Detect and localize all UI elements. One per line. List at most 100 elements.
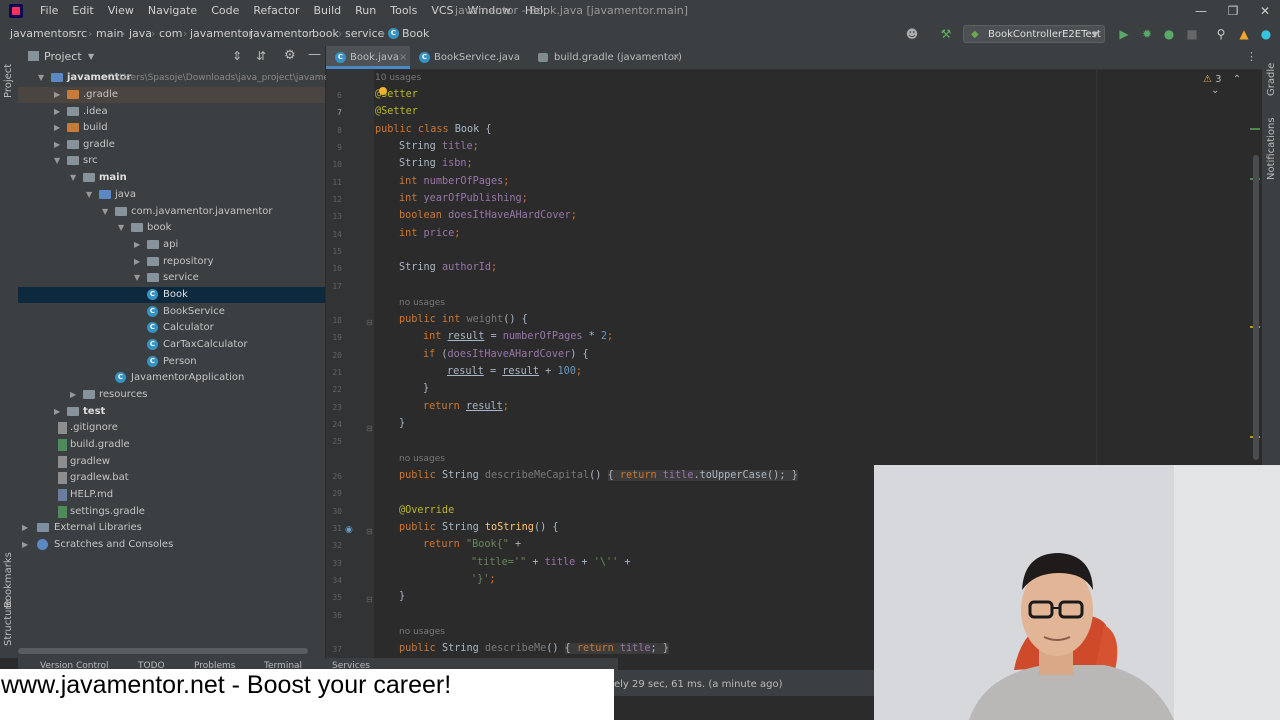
tree-item[interactable]: ▼ com.javamentor.javamentor	[18, 204, 325, 220]
breadcrumb-item[interactable]: com	[159, 22, 183, 46]
maximize-icon[interactable]: ❐	[1218, 0, 1248, 22]
horizontal-scrollbar[interactable]	[18, 648, 308, 654]
chevron-down-icon: ▼	[118, 223, 125, 232]
project-panel-title[interactable]: Project	[44, 46, 82, 68]
run-icon[interactable]: ▶	[1116, 26, 1132, 42]
usages-hint[interactable]: 10 usages	[375, 73, 421, 83]
close-icon[interactable]: ×	[399, 46, 407, 69]
editor-tabs: C Book.java × C BookService.java build.g…	[326, 46, 1280, 70]
tree-item[interactable]: ▶ gradle	[18, 137, 325, 153]
structure-tool-tab[interactable]: Structure	[3, 599, 14, 646]
collapse-all-icon[interactable]: ⇵	[256, 49, 266, 63]
menu-view[interactable]: View	[101, 0, 141, 22]
tree-item[interactable]: C Calculator	[18, 320, 325, 336]
tree-item[interactable]: ▶ repository	[18, 254, 325, 270]
close-icon[interactable]: ✕	[1250, 0, 1280, 22]
update-icon[interactable]: ▲	[1236, 26, 1252, 42]
tree-item[interactable]: ▶ api	[18, 237, 325, 253]
tab-book-java[interactable]: C Book.java ×	[326, 46, 410, 69]
tab-label: build.gradle (javamentor)	[554, 52, 682, 63]
code-line: }	[399, 418, 405, 429]
coverage-icon[interactable]: ●	[1161, 26, 1177, 42]
breadcrumb-item[interactable]: book	[312, 22, 339, 46]
fold-icon[interactable]: ⊟	[366, 318, 373, 327]
notifications-tool-tab[interactable]: Notifications	[1266, 117, 1277, 180]
menu-run[interactable]: Run	[348, 0, 383, 22]
breadcrumb-item[interactable]: service	[345, 22, 384, 46]
warning-icon: ⚠	[1203, 74, 1212, 85]
tree-item[interactable]: ▶ Scratches and Consoles	[18, 537, 325, 553]
tree-item[interactable]: C CarTaxCalculator	[18, 337, 325, 353]
tree-item[interactable]: ▶ External Libraries	[18, 520, 325, 536]
status-message[interactable]: ely 29 sec, 61 ms. (a minute ago)	[614, 670, 783, 700]
gear-icon[interactable]: ⚙	[284, 48, 296, 63]
chevron-right-icon: ›	[381, 27, 386, 40]
fold-icon[interactable]: ⊟	[366, 527, 373, 536]
usages-hint[interactable]: no usages	[399, 627, 445, 637]
menu-navigate[interactable]: Navigate	[141, 0, 204, 22]
expand-all-icon[interactable]: ⇕	[232, 49, 242, 63]
tree-item[interactable]: ▼ book	[18, 220, 325, 236]
override-marker-icon[interactable]: ◉	[345, 525, 353, 535]
chevron-down-icon[interactable]: ⌄	[1211, 85, 1219, 96]
tree-item[interactable]: ▶ .idea	[18, 104, 325, 120]
gradle-icon	[538, 53, 548, 62]
tree-item[interactable]: gradlew.bat	[18, 470, 325, 486]
close-icon[interactable]: ×	[672, 46, 680, 69]
tree-item-root[interactable]: ▼ javamentor C:\Users\Spasoje\Downloads\…	[18, 70, 329, 86]
tree-item[interactable]: ▼ java	[18, 187, 325, 203]
breadcrumb-item[interactable]: java	[129, 22, 152, 46]
tree-item[interactable]: ▼ main	[18, 170, 325, 186]
breadcrumb-item[interactable]: main	[96, 22, 123, 46]
usages-hint[interactable]: no usages	[399, 298, 445, 308]
tree-item-selected[interactable]: C Book	[18, 287, 325, 303]
tree-item[interactable]: HELP.md	[18, 487, 325, 503]
inspection-widget[interactable]: ⚠ 3 ⌃ ⌄	[1203, 74, 1260, 96]
tree-item[interactable]: .gitignore	[18, 420, 325, 436]
tree-item-label: main	[99, 172, 127, 183]
tree-item[interactable]: C BookService	[18, 304, 325, 320]
search-icon[interactable]: ⚲	[1213, 26, 1229, 42]
chevron-down-icon[interactable]: ▼	[88, 46, 94, 68]
tab-bookservice-java[interactable]: C BookService.java	[412, 46, 530, 69]
chevron-up-icon[interactable]: ⌃	[1233, 74, 1241, 85]
change-marker[interactable]	[1250, 128, 1260, 130]
menu-code[interactable]: Code	[204, 0, 246, 22]
hide-panel-icon[interactable]: —	[308, 47, 321, 62]
more-tabs-icon[interactable]: ⋮	[1246, 50, 1257, 63]
breadcrumb-item[interactable]: Book	[402, 22, 429, 46]
vertical-scrollbar[interactable]	[1253, 155, 1259, 460]
fold-icon[interactable]: ⊟	[366, 595, 373, 604]
plugin-icon[interactable]: ●	[1258, 26, 1274, 42]
fold-icon[interactable]: ⊟	[366, 424, 373, 433]
tree-item[interactable]: ▼ src	[18, 153, 325, 169]
tree-item[interactable]: C Person	[18, 354, 325, 370]
menu-file[interactable]: File	[33, 0, 65, 22]
intention-bulb-icon[interactable]	[379, 87, 387, 95]
run-configuration-select[interactable]: ◆ BookControllerE2ETest ▼	[963, 25, 1105, 43]
tab-build-gradle[interactable]: build.gradle (javamentor) ×	[532, 46, 682, 69]
tree-item[interactable]: build.gradle	[18, 437, 325, 453]
menu-tools[interactable]: Tools	[383, 0, 424, 22]
line-number: 20	[332, 351, 342, 360]
tree-item[interactable]: ▶ .gradle	[18, 87, 325, 103]
tree-item[interactable]: gradlew	[18, 454, 325, 470]
usages-hint[interactable]: no usages	[399, 454, 445, 464]
menu-edit[interactable]: Edit	[65, 0, 100, 22]
gradle-tool-tab[interactable]: Gradle	[1266, 63, 1277, 96]
debug-icon[interactable]: ✹	[1139, 26, 1155, 42]
menu-refactor[interactable]: Refactor	[246, 0, 306, 22]
user-icon[interactable]: ☻	[904, 26, 920, 42]
breadcrumb-item[interactable]: src	[71, 22, 87, 46]
tree-item[interactable]: ▶ resources	[18, 387, 325, 403]
tree-item[interactable]: settings.gradle	[18, 504, 325, 520]
tree-item[interactable]: ▶ test	[18, 404, 325, 420]
tree-item[interactable]: C JavamentorApplication	[18, 370, 325, 386]
menu-build[interactable]: Build	[307, 0, 349, 22]
build-hammer-icon[interactable]: ⚒	[938, 26, 954, 42]
stop-icon[interactable]: ■	[1184, 26, 1200, 42]
minimize-icon[interactable]: —	[1186, 0, 1216, 22]
project-tool-tab[interactable]: Project	[3, 64, 14, 98]
tree-item[interactable]: ▶ build	[18, 120, 325, 136]
tree-item[interactable]: ▼ service	[18, 270, 325, 286]
